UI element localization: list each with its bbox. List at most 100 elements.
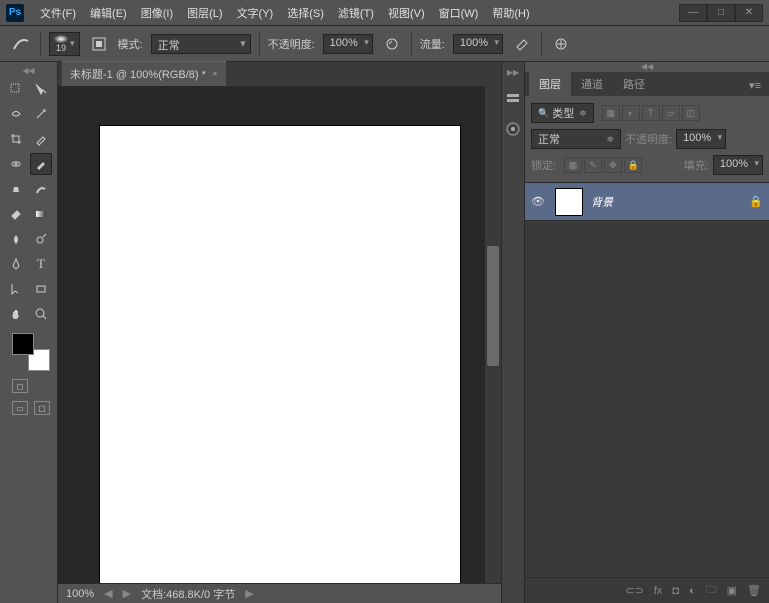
flow-input[interactable]: 100% [453,34,503,54]
layer-blend-mode-value: 正常 [538,131,560,147]
lasso-tool[interactable] [5,103,27,125]
vertical-scrollbar[interactable] [485,86,501,583]
tool-grid: T [6,78,51,325]
tab-paths[interactable]: 路径 [613,72,655,96]
lock-pixels-icon[interactable]: ✎ [584,157,602,173]
lock-position-icon[interactable]: ✥ [604,157,622,173]
menu-type[interactable]: 文字(Y) [231,2,280,24]
filter-type-label: 类型 [552,105,574,121]
pressure-opacity-icon[interactable] [381,33,403,55]
filter-type-icon[interactable]: T [642,105,660,121]
panel-menu-icon[interactable]: ▾≡ [741,75,769,96]
foreground-color[interactable] [12,333,34,355]
pen-tool[interactable] [5,253,27,275]
panels-dock: ◀◀ 图层 通道 路径 ▾≡ 🔍类型≑ ▦ ◐ T ▱ ◫ 正常≑ 不透明度: [525,62,769,603]
blend-mode-value: 正常 [158,40,180,52]
opacity-input[interactable]: 100% [323,34,373,54]
color-swatches[interactable] [12,333,50,371]
pressure-size-icon[interactable] [550,33,572,55]
lock-label: 锁定: [531,157,556,173]
magic-wand-tool[interactable] [30,103,52,125]
filter-pixel-icon[interactable]: ▦ [602,105,620,121]
menu-image[interactable]: 图像(I) [135,2,179,24]
fill-input[interactable]: 100% [713,155,763,175]
marquee-tool[interactable] [30,78,52,100]
lock-all-icon[interactable]: 🔒 [624,157,642,173]
filter-shape-icon[interactable]: ▱ [662,105,680,121]
airbrush-icon[interactable] [511,33,533,55]
layer-mask-icon[interactable]: ◘ [672,585,679,597]
menu-help[interactable]: 帮助(H) [486,2,535,24]
crop-tool[interactable] [5,128,27,150]
minimize-button[interactable]: — [679,4,707,22]
tab-channels[interactable]: 通道 [571,72,613,96]
menu-view[interactable]: 视图(V) [382,2,431,24]
canvas[interactable] [100,126,460,583]
menu-select[interactable]: 选择(S) [281,2,330,24]
rectangle-tool[interactable] [30,278,52,300]
maximize-button[interactable]: □ [707,4,735,22]
healing-brush-tool[interactable] [5,153,27,175]
link-layers-icon[interactable]: ⊂⊃ [625,584,643,597]
filter-adjust-icon[interactable]: ◐ [622,105,640,121]
move-tool[interactable] [5,78,27,100]
layer-thumbnail[interactable] [555,188,583,216]
zoom-tool[interactable] [30,303,52,325]
filter-type-select[interactable]: 🔍类型≑ [531,103,594,123]
color-panel-icon[interactable] [504,120,522,138]
blend-mode-select[interactable]: 正常 [151,34,251,54]
document-tab[interactable]: 未标题-1 @ 100%(RGB/8) * × [62,61,226,86]
dodge-tool[interactable] [30,228,52,250]
dock-collapse[interactable]: ▶▶ [507,68,519,78]
adjustment-layer-icon[interactable]: ◐ [689,585,696,597]
blur-tool[interactable] [5,228,27,250]
clone-stamp-tool[interactable] [5,178,27,200]
delete-layer-icon[interactable]: 🗑 [747,584,761,597]
layer-row[interactable]: 👁 背景 🔒 [525,183,769,221]
path-selection-tool[interactable] [5,278,27,300]
filter-smart-icon[interactable]: ◫ [682,105,700,121]
layers-list[interactable]: 👁 背景 🔒 [525,183,769,577]
zoom-in-icon[interactable]: ▶ [123,587,131,600]
opacity-label: 不透明度: [268,36,315,52]
panels-collapse[interactable]: ◀◀ [525,62,769,72]
document-tab-close[interactable]: × [212,69,218,80]
window-controls: — □ ✕ [679,4,763,22]
menu-window[interactable]: 窗口(W) [433,2,485,24]
history-panel-icon[interactable] [504,90,522,108]
zoom-out-icon[interactable]: ◀ [104,587,112,600]
layer-style-icon[interactable]: fx [654,585,663,597]
menu-filter[interactable]: 滤镜(T) [332,2,380,24]
flow-value: 100% [460,37,488,49]
brush-panel-toggle-icon[interactable] [88,33,110,55]
layer-opacity-input[interactable]: 100% [676,129,726,149]
screen-mode-full[interactable]: ▢ [34,401,50,415]
tab-layers[interactable]: 图层 [529,72,571,96]
group-icon[interactable]: 🗀 [706,581,717,600]
fill-value: 100% [720,158,748,170]
hand-tool[interactable] [5,303,27,325]
tool-preset-icon[interactable] [10,33,32,55]
quick-mask-toggle[interactable]: ◻ [12,379,28,393]
menu-edit[interactable]: 编辑(E) [84,2,133,24]
new-layer-icon[interactable]: ▣ [727,584,737,597]
canvas-viewport[interactable] [58,86,501,583]
history-brush-tool[interactable] [30,178,52,200]
layer-blend-mode-select[interactable]: 正常≑ [531,129,621,149]
gradient-tool[interactable] [30,203,52,225]
scrollbar-thumb[interactable] [487,246,499,366]
type-tool[interactable]: T [30,253,52,275]
layer-visibility-icon[interactable]: 👁 [531,195,547,208]
eraser-tool[interactable] [5,203,27,225]
toolbox-collapse[interactable]: ◀◀ [6,66,51,76]
brush-tool[interactable] [30,153,52,175]
zoom-level[interactable]: 100% [66,588,94,600]
layer-name[interactable]: 背景 [591,194,741,210]
brush-preset-picker[interactable]: 19 ▾ [49,32,80,56]
close-button[interactable]: ✕ [735,4,763,22]
menu-file[interactable]: 文件(F) [34,2,82,24]
lock-transparent-icon[interactable]: ▦ [564,157,582,173]
screen-mode-standard[interactable]: ▭ [12,401,28,415]
eyedropper-tool[interactable] [30,128,52,150]
menu-layer[interactable]: 图层(L) [181,2,228,24]
